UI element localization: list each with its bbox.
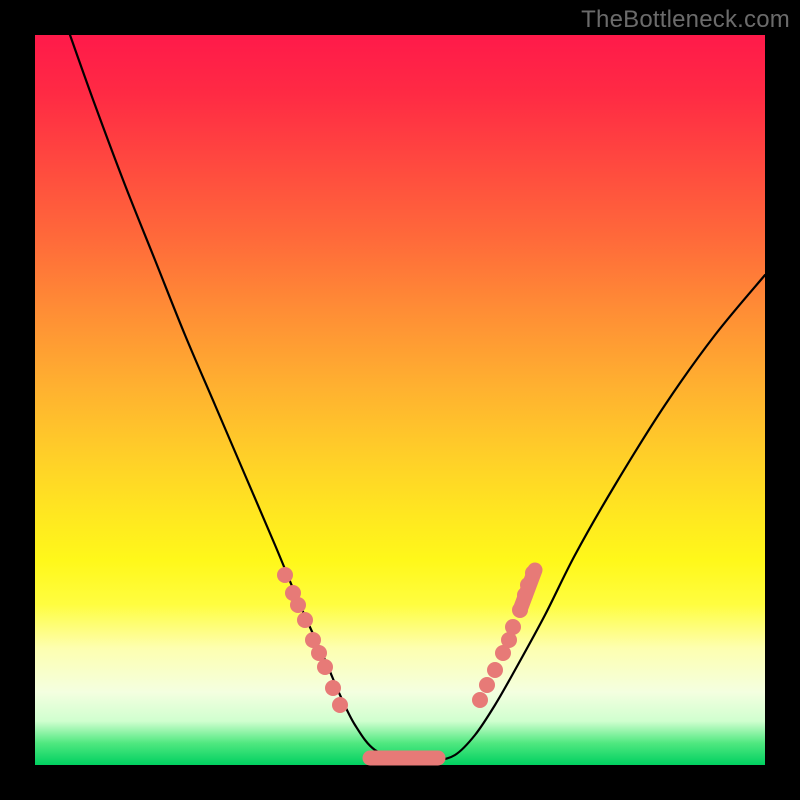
bead-marker: [505, 619, 521, 635]
right-bead-cluster: [520, 570, 535, 610]
bead-marker: [311, 645, 327, 661]
bottleneck-curve: [70, 35, 765, 761]
curve-svg: [35, 35, 765, 765]
bead-marker: [290, 597, 306, 613]
bead-marker: [317, 659, 333, 675]
bead-marker: [487, 662, 503, 678]
bead-marker: [325, 680, 341, 696]
bead-marker: [332, 697, 348, 713]
beads-left-group: [277, 567, 348, 713]
watermark-text: TheBottleneck.com: [581, 6, 790, 34]
bead-marker: [472, 692, 488, 708]
bead-marker: [479, 677, 495, 693]
bead-marker: [277, 567, 293, 583]
gradient-plot-area: [35, 35, 765, 765]
chart-frame: TheBottleneck.com: [0, 0, 800, 800]
bead-marker: [297, 612, 313, 628]
